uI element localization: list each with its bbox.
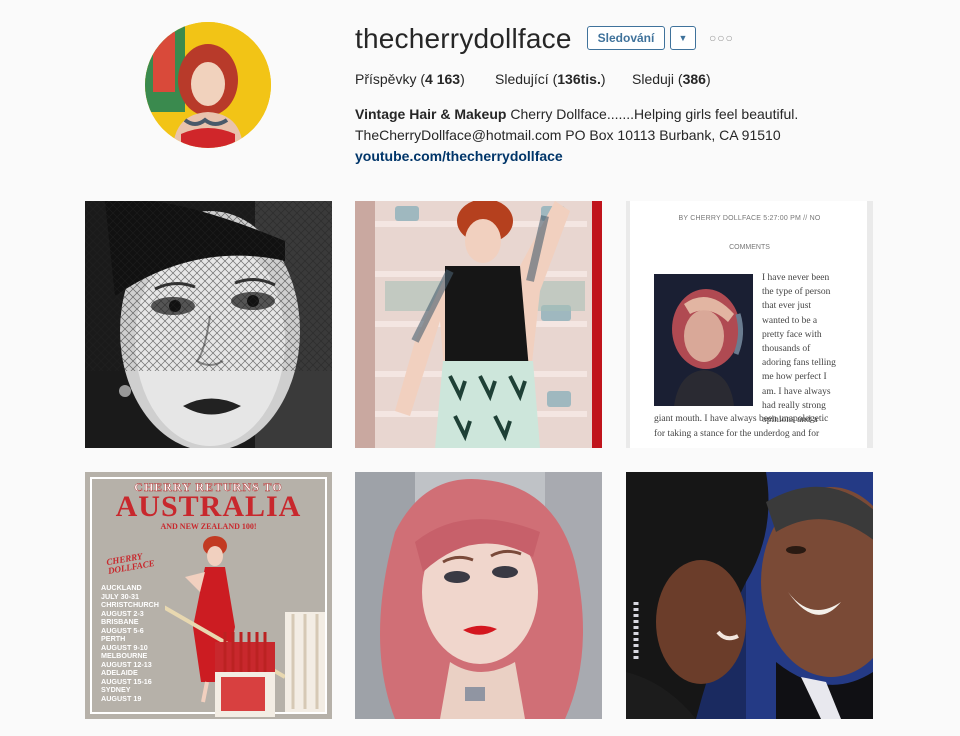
profile-avatar[interactable] — [145, 22, 271, 148]
profile-website-link[interactable]: youtube.com/thecherrydollface — [355, 146, 875, 167]
blog-text-line: me how perfect I — [762, 372, 827, 383]
post-pinup-kitchen-photo[interactable] — [355, 201, 602, 448]
blog-meta: BY CHERRY DOLLFACE 5:27:00 PM // NO — [678, 215, 821, 222]
following-stat[interactable]: Sleduji (386) — [632, 71, 711, 87]
poster-title-line2: AUSTRALIA — [115, 490, 302, 523]
posts-label: Příspěvky — [355, 71, 417, 87]
blog-comments: COMMENTS — [729, 244, 770, 251]
blog-text-line: pretty face with — [762, 329, 822, 340]
blog-text-column: I have never been the type of person tha… — [762, 271, 844, 427]
blog-text-line: for taking a stance for the underdog and… — [654, 429, 820, 439]
following-button[interactable]: Sledování — [587, 26, 665, 50]
caret-down-icon: ▼ — [678, 33, 688, 43]
blog-text-line: adoring fans telling — [762, 358, 836, 369]
followers-stat[interactable]: Sledující (136tis.) — [495, 71, 606, 87]
blog-text-line: I have never been — [762, 273, 830, 283]
blog-text-line: giant mouth. I have always been unapolog… — [654, 414, 829, 424]
post-australia-tour-poster[interactable]: CHERRY RETURNS TO AUSTRALIA AND NEW ZEAL… — [85, 472, 332, 719]
followers-label: Sledující — [495, 71, 549, 87]
profile-username: thecherrydollface — [355, 23, 572, 54]
more-options-button[interactable]: ○○○ — [709, 30, 733, 46]
followers-count: 136tis. — [557, 71, 601, 87]
following-count: 386 — [682, 71, 706, 87]
post-blog-screenshot[interactable]: BY CHERRY DOLLFACE 5:27:00 PM // NO COMM… — [626, 201, 873, 448]
following-label: Sleduji — [632, 71, 675, 87]
profile-bio: Vintage Hair & Makeup Cherry Dollface...… — [355, 104, 875, 167]
blog-photo — [654, 274, 753, 406]
post-bw-veil-portrait[interactable] — [85, 201, 332, 448]
blog-text-line: that ever just — [762, 301, 812, 312]
poster-title-line3: AND NEW ZEALAND 100! — [160, 522, 257, 531]
bio-line-2: TheCherryDollface@hotmail.com PO Box 101… — [355, 127, 781, 143]
blog-text-line: am. I have always — [762, 386, 831, 397]
blog-text-line: thousands of — [762, 344, 811, 355]
bio-line-1: Cherry Dollface.......Helping girls feel… — [510, 106, 799, 122]
post-couple-photo[interactable] — [626, 472, 873, 719]
poster-illustration — [165, 536, 325, 717]
blog-text-line: the type of person — [762, 287, 831, 298]
post-pink-hair-selfie[interactable] — [355, 472, 602, 719]
blog-text-line: wanted to be a — [762, 315, 818, 326]
posts-count: 4 163 — [425, 71, 461, 87]
posts-stat: Příspěvky (4 163) — [355, 71, 465, 87]
blog-text-wide: giant mouth. I have always been unapolog… — [654, 414, 854, 441]
follow-options-button[interactable]: ▼ — [670, 26, 696, 50]
profile-full-name: Vintage Hair & Makeup — [355, 106, 507, 122]
blog-text-line: had really strong — [762, 400, 826, 411]
